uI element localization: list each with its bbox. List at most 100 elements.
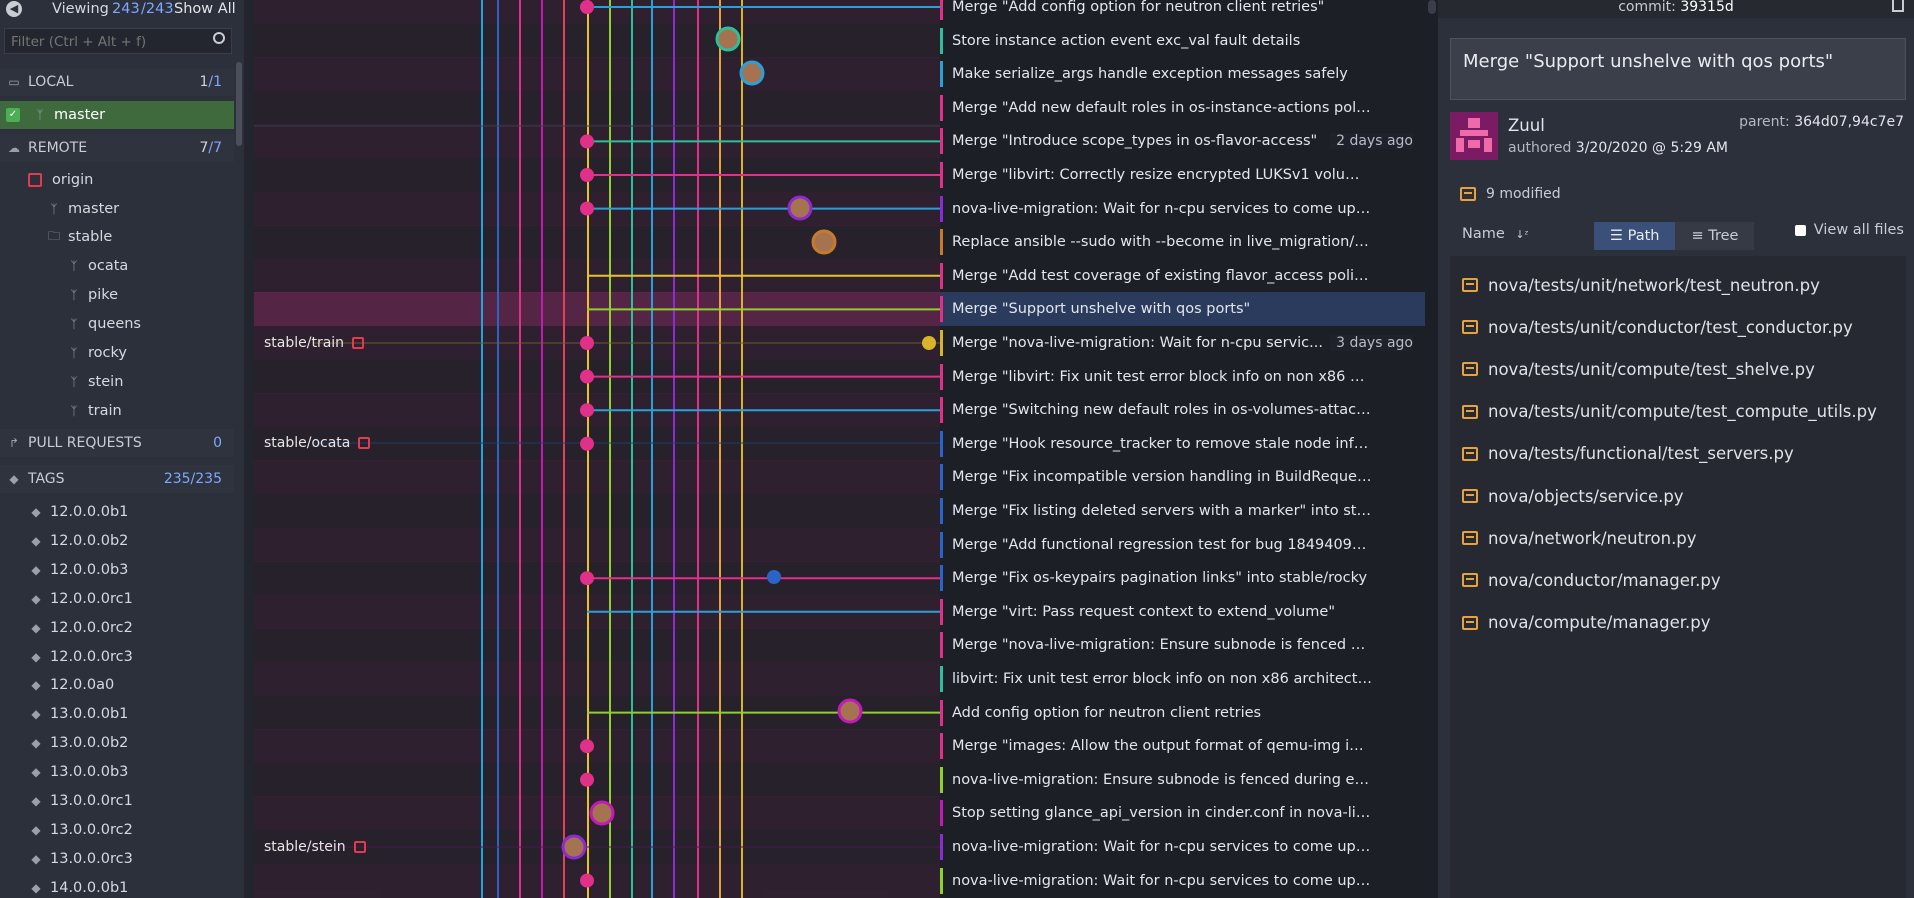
tag-item[interactable]: ◆ 14.0.0.0b1 <box>0 874 234 898</box>
commit-node[interactable] <box>580 0 594 14</box>
rocky-node[interactable] <box>767 570 781 584</box>
tag-item[interactable]: ◆ 13.0.0.0rc1 <box>0 787 234 815</box>
pull-requests-header[interactable]: ↱ PULL REQUESTS 0 <box>0 429 234 457</box>
changed-file-row[interactable]: nova/objects/service.py <box>1450 475 1906 517</box>
commit-row[interactable]: nova-live-migration: Wait for n-cpu serv… <box>940 192 1425 226</box>
remote-branch-ocata[interactable]: ᛉ ocata <box>0 252 234 280</box>
left-scrollbar[interactable] <box>236 62 242 146</box>
tag-item[interactable]: ◆ 12.0.0.0rc2 <box>0 614 234 642</box>
search-icon[interactable] <box>213 32 225 44</box>
remote-origin[interactable]: origin <box>0 166 234 194</box>
remote-branch-rocky[interactable]: ᛉ rocky <box>0 339 234 367</box>
commit-row[interactable]: nova-live-migration: Wait for n-cpu serv… <box>940 864 1425 898</box>
commit-sha[interactable]: 39315d <box>1680 0 1733 15</box>
commit-row[interactable]: nova-live-migration: Wait for n-cpu serv… <box>940 830 1425 864</box>
local-branch-master[interactable]: ✓ ᛉ master <box>0 101 234 129</box>
commit-row[interactable]: Merge "Introduce scope_types in os-flavo… <box>940 124 1425 158</box>
tag-item[interactable]: ◆ 12.0.0.0rc1 <box>0 585 234 613</box>
commit-row[interactable]: Merge "nova-live-migration: Ensure subno… <box>940 628 1425 662</box>
commit-row[interactable]: Merge "Add functional regression test fo… <box>940 528 1425 562</box>
tag-item[interactable]: ◆ 13.0.0.0rc3 <box>0 845 234 873</box>
tree-view-button[interactable]: ≡ Tree <box>1675 222 1755 250</box>
remote-branch-master[interactable]: ᛉ master <box>0 195 234 223</box>
commit-node[interactable] <box>580 873 594 888</box>
tag-item[interactable]: ◆ 12.0.0.0rc3 <box>0 643 234 671</box>
commit-row[interactable]: Merge "Fix listing deleted servers with … <box>940 494 1425 528</box>
show-all-button[interactable]: Show All <box>174 1 236 17</box>
commit-node[interactable] <box>580 168 594 182</box>
remote-section-header[interactable]: ☁ REMOTE 7/7 <box>0 134 234 162</box>
tag-stable-ocata[interactable]: stable/ocata <box>258 430 376 456</box>
tag-stable-stein[interactable]: stable/stein <box>258 834 372 860</box>
remote-folder-stable[interactable]: 🗀 stable <box>0 223 234 251</box>
tag-item[interactable]: ◆ 13.0.0.0rc2 <box>0 816 234 844</box>
author-avatar-node[interactable] <box>589 800 615 826</box>
commit-node[interactable] <box>580 571 594 586</box>
tag-item[interactable]: ◆ 13.0.0.0b2 <box>0 729 234 757</box>
path-view-button[interactable]: ☰ Path <box>1594 222 1676 250</box>
commit-node[interactable] <box>580 739 594 754</box>
tag-item[interactable]: ◆ 13.0.0.0b1 <box>0 700 234 728</box>
tag-item[interactable]: ◆ 12.0.0.0b1 <box>0 498 234 526</box>
commit-node[interactable] <box>580 201 594 216</box>
commit-row[interactable]: Merge "Add new default roles in os-insta… <box>940 91 1425 125</box>
commit-row[interactable]: Merge "Fix incompatible version handling… <box>940 460 1425 494</box>
commit-node[interactable] <box>580 436 594 451</box>
remote-branch-pike[interactable]: ᛉ pike <box>0 281 234 309</box>
commit-node[interactable] <box>580 369 594 384</box>
commit-message-box[interactable]: Merge "Support unshelve with qos ports" <box>1450 38 1906 100</box>
commit-row[interactable]: Merge "virt: Pass request context to ext… <box>940 595 1425 629</box>
commit-row[interactable]: Make serialize_args handle exception mes… <box>940 57 1425 91</box>
view-all-files-checkbox[interactable]: View all files <box>1794 222 1904 238</box>
changed-file-row[interactable]: nova/conductor/manager.py <box>1450 559 1906 601</box>
commit-row[interactable]: nova-live-migration: Ensure subnode is f… <box>940 763 1425 797</box>
commit-row[interactable]: Merge "nova-live-migration: Wait for n-c… <box>940 326 1425 360</box>
tags-header[interactable]: ◆ TAGS 235/235 <box>0 465 234 493</box>
changed-file-row[interactable]: nova/compute/manager.py <box>1450 602 1906 644</box>
changed-file-row[interactable]: nova/tests/unit/compute/test_compute_uti… <box>1450 391 1906 433</box>
panel-divider[interactable] <box>244 0 254 898</box>
remote-branch-stein[interactable]: ᛉ stein <box>0 368 234 396</box>
author-avatar-node[interactable] <box>715 26 741 52</box>
changed-file-row[interactable]: nova/tests/unit/conductor/test_conductor… <box>1450 306 1906 348</box>
local-section-header[interactable]: ▭ LOCAL 1/1 <box>0 68 234 96</box>
changed-file-row[interactable]: nova/tests/unit/network/test_neutron.py <box>1450 264 1906 306</box>
commit-node[interactable] <box>580 336 594 350</box>
commit-row[interactable]: Merge "Add test coverage of existing fla… <box>940 259 1425 293</box>
changed-file-row[interactable]: nova/tests/functional/test_servers.py <box>1450 433 1906 475</box>
commit-row[interactable]: Merge "Switching new default roles in os… <box>940 393 1425 427</box>
commit-row[interactable]: Merge "Fix os-keypairs pagination links"… <box>940 561 1425 595</box>
commit-row[interactable]: Merge "images: Allow the output format o… <box>940 729 1425 763</box>
commit-node[interactable] <box>580 772 594 787</box>
commit-node[interactable] <box>580 134 594 149</box>
changed-file-row[interactable]: nova/network/neutron.py <box>1450 517 1906 559</box>
commit-node[interactable] <box>580 403 594 418</box>
download-icon[interactable] <box>1892 0 1904 12</box>
remote-branch-queens[interactable]: ᛉ queens <box>0 310 234 338</box>
graph-scrollbar[interactable] <box>1428 0 1436 14</box>
author-avatar-node[interactable] <box>739 60 765 86</box>
sort-by-name-button[interactable]: Name ↓ᶻ <box>1462 226 1529 242</box>
tag-item[interactable]: ◆ 13.0.0.0b3 <box>0 758 234 786</box>
author-avatar-node[interactable] <box>811 229 837 255</box>
commit-row[interactable]: Merge "Hook resource_tracker to remove s… <box>940 427 1425 461</box>
changed-file-row[interactable]: nova/tests/unit/compute/test_shelve.py <box>1450 348 1906 390</box>
commit-row[interactable]: Merge "libvirt: Correctly resize encrypt… <box>940 158 1425 192</box>
commit-row[interactable]: libvirt: Fix unit test error block info … <box>940 662 1425 696</box>
tag-item[interactable]: ◆ 12.0.0a0 <box>0 671 234 699</box>
tag-stable-train[interactable]: stable/train <box>258 330 370 356</box>
tag-item[interactable]: ◆ 12.0.0.0b3 <box>0 556 234 584</box>
commit-row[interactable]: Merge "Support unshelve with qos ports" <box>940 292 1425 327</box>
tag-item[interactable]: ◆ 12.0.0.0b2 <box>0 527 234 555</box>
back-icon[interactable]: ◀ <box>6 1 22 17</box>
author-avatar-node[interactable] <box>787 195 813 221</box>
filter-input[interactable] <box>5 29 203 55</box>
parent-shas[interactable]: 364d07,94c7e7 <box>1794 114 1904 130</box>
commit-row[interactable]: Merge "Add config option for neutron cli… <box>940 0 1425 24</box>
commit-row[interactable]: Store instance action event exc_val faul… <box>940 24 1425 58</box>
commit-row[interactable]: Add config option for neutron client ret… <box>940 696 1425 730</box>
author-avatar-node[interactable] <box>837 698 863 724</box>
commit-row[interactable]: Merge "libvirt: Fix unit test error bloc… <box>940 360 1425 394</box>
commit-row[interactable]: Replace ansible --sudo with --become in … <box>940 225 1425 259</box>
commit-row[interactable]: Stop setting glance_api_version in cinde… <box>940 796 1425 830</box>
